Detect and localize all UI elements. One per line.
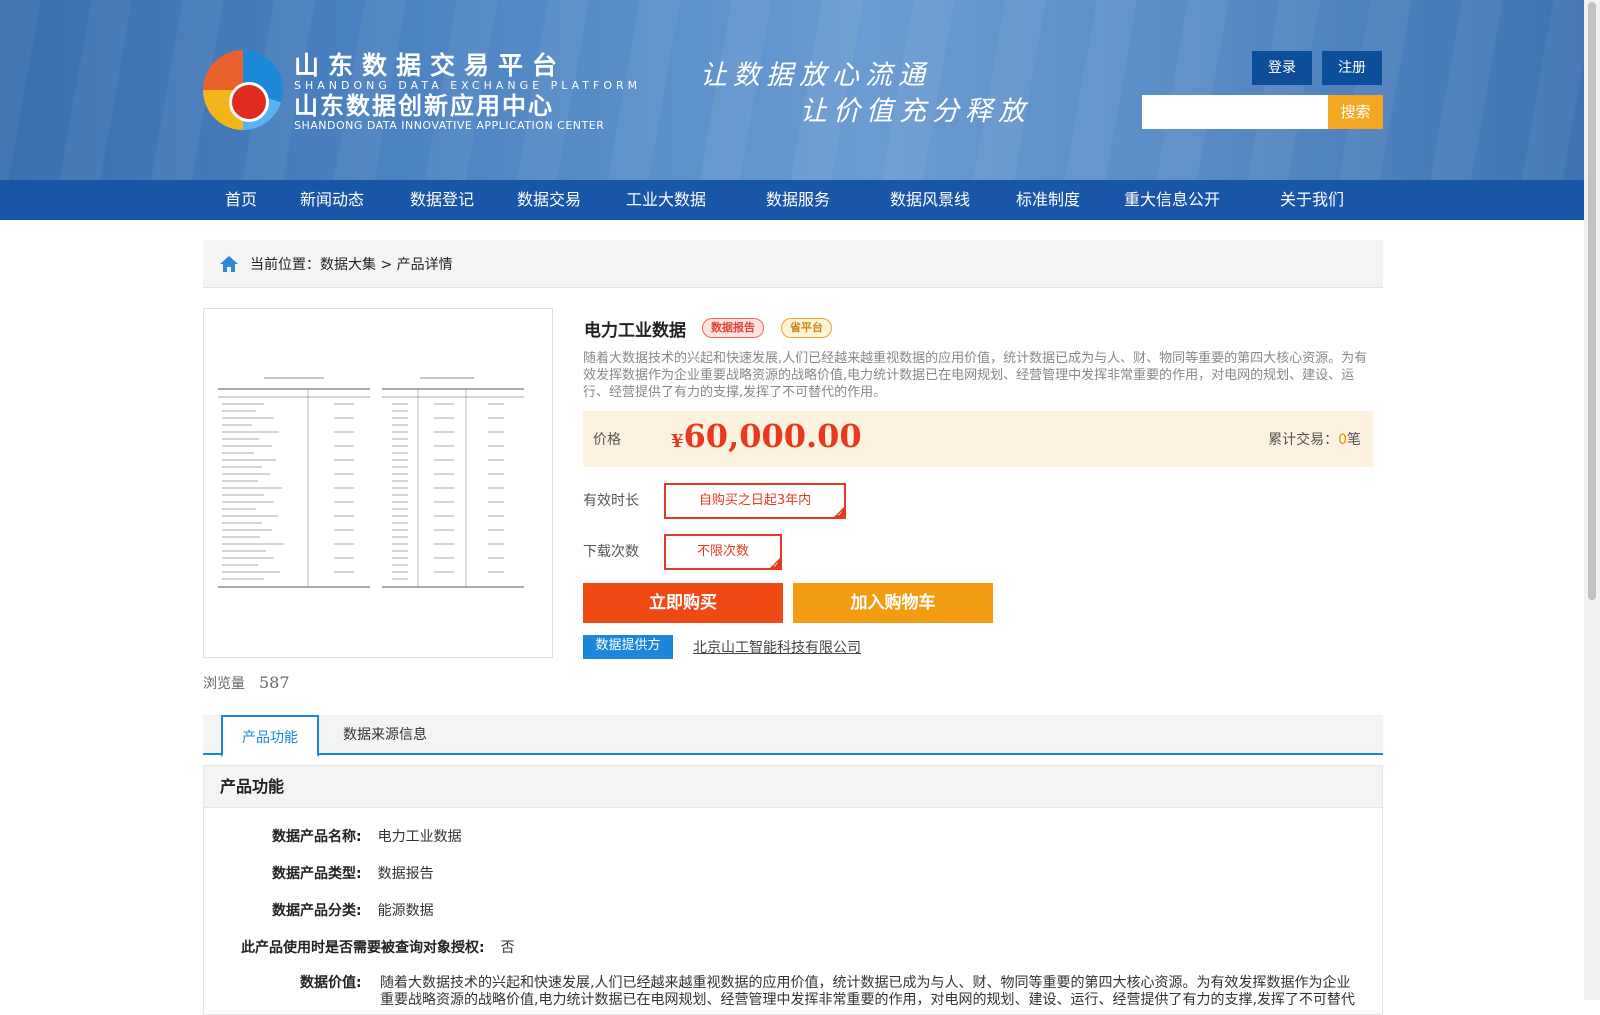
page-scrollbar[interactable] [1584, 0, 1600, 1000]
detail-row-name: 数据产品名称: 电力工业数据 [272, 826, 462, 846]
duration-option[interactable]: 自购买之日起3年内 ✓ [664, 483, 846, 519]
home-icon[interactable] [219, 254, 239, 274]
nav-item-disclosure[interactable]: 重大信息公开 [1124, 180, 1220, 220]
nav-item-industrial-data[interactable]: 工业大数据 [626, 180, 706, 220]
nav-item-registration[interactable]: 数据登记 [410, 180, 474, 220]
platform-badge: 省平台 [781, 318, 832, 338]
detail-row-category: 数据产品分类: 能源数据 [272, 900, 434, 920]
tab-product-features[interactable]: 产品功能 [221, 715, 319, 757]
product-title: 电力工业数据 [584, 321, 686, 341]
section-title: 产品功能 [204, 766, 1382, 808]
price-amount: 60,000.00 [683, 417, 862, 455]
detail-row-type: 数据产品类型: 数据报告 [272, 863, 434, 883]
selected-check-icon: ✓ [773, 561, 779, 569]
scrollbar-thumb[interactable] [1588, 2, 1596, 600]
nav-item-home[interactable]: 首页 [225, 180, 257, 220]
detail-authorization-value: 否 [500, 940, 515, 956]
detail-type-label: 数据产品类型: [272, 866, 362, 882]
deal-count-unit: 笔 [1347, 432, 1361, 448]
currency-symbol: ¥ [671, 431, 684, 452]
detail-category-value: 能源数据 [377, 903, 434, 919]
buy-now-button[interactable]: 立即购买 [583, 583, 783, 623]
nav-item-data-landscape[interactable]: 数据风景线 [890, 180, 970, 220]
nav-item-news[interactable]: 新闻动态 [300, 180, 364, 220]
platform-logo-text[interactable]: 山东数据交易平台 SHANDONG DATA EXCHANGE PLATFORM… [294, 52, 641, 132]
main-nav: 首页 新闻动态 数据登记 数据交易 工业大数据 数据服务 数据风景线 标准制度 … [0, 180, 1584, 220]
nav-item-data-services[interactable]: 数据服务 [766, 180, 830, 220]
download-limit-label: 下载次数 [583, 544, 639, 560]
site-header: 山东数据交易平台 SHANDONG DATA EXCHANGE PLATFORM… [0, 0, 1584, 180]
detail-name-label: 数据产品名称: [272, 829, 362, 845]
logo-cn-secondary: 山东数据创新应用中心 [294, 92, 554, 120]
detail-category-label: 数据产品分类: [272, 903, 362, 919]
detail-name-value: 电力工业数据 [377, 829, 462, 845]
detail-row-authorization: 此产品使用时是否需要被查询对象授权: 否 [241, 937, 515, 957]
detail-value-label: 数据价值: [300, 975, 362, 991]
view-count-value: 587 [259, 673, 290, 692]
product-thumbnail[interactable] [203, 308, 553, 658]
selected-check-icon: ✓ [837, 510, 843, 518]
detail-value-text: 随着大数据技术的兴起和快速发展,人们已经越来越重视数据的应用价值，统计数据已成为… [380, 975, 1355, 1008]
detail-type-value: 数据报告 [377, 866, 434, 882]
add-to-cart-button[interactable]: 加入购物车 [793, 583, 993, 623]
duration-option-text: 自购买之日起3年内 [698, 493, 812, 508]
search-button[interactable]: 搜索 [1328, 95, 1383, 129]
register-button[interactable]: 注册 [1322, 51, 1382, 85]
detail-tabs: 产品功能 数据来源信息 [203, 715, 1383, 757]
price-value: ¥60,000.00 [671, 417, 862, 455]
duration-label: 有效时长 [583, 493, 639, 509]
logo-en-secondary: SHANDONG DATA INNOVATIVE APPLICATION CEN… [294, 119, 605, 132]
logo-en-primary: SHANDONG DATA EXCHANGE PLATFORM [294, 79, 642, 92]
nav-item-standards[interactable]: 标准制度 [1016, 180, 1080, 220]
price-panel: 价格 ¥60,000.00 累计交易：0笔 [583, 411, 1373, 467]
product-description: 随着大数据技术的兴起和快速发展,人们已经越来越重视数据的应用价值，统计数据已成为… [583, 351, 1368, 400]
report-type-badge: 数据报告 [702, 318, 764, 338]
login-button[interactable]: 登录 [1252, 51, 1312, 85]
tab-data-source[interactable]: 数据来源信息 [337, 715, 433, 755]
deal-count: 累计交易：0笔 [1268, 429, 1361, 449]
price-label: 价格 [593, 432, 621, 448]
detail-authorization-label: 此产品使用时是否需要被查询对象授权: [241, 940, 485, 956]
slogan-line-2: 让价值充分释放 [800, 96, 1031, 127]
download-limit-option-text: 不限次数 [696, 544, 749, 559]
download-limit-option[interactable]: 不限次数 ✓ [664, 534, 782, 570]
deal-count-value: 0 [1338, 432, 1347, 448]
nav-item-trading[interactable]: 数据交易 [517, 180, 581, 220]
search-input[interactable] [1142, 95, 1328, 129]
report-preview-image [218, 377, 524, 589]
view-count-label: 浏览量 [203, 676, 245, 692]
slogan-line-1: 让数据放心流通 [700, 60, 931, 91]
view-count: 浏览量 587 [203, 673, 290, 693]
platform-logo-icon[interactable] [203, 50, 283, 130]
breadcrumb: 当前位置：数据大集 > 产品详情 [203, 240, 1383, 288]
provider-badge: 数据提供方 [583, 635, 673, 659]
breadcrumb-text: 当前位置：数据大集 > 产品详情 [250, 257, 453, 273]
logo-cn-primary: 山东数据交易平台 [294, 51, 567, 80]
deal-count-label: 累计交易： [1268, 432, 1339, 448]
nav-item-about[interactable]: 关于我们 [1280, 180, 1344, 220]
provider-link[interactable]: 北京山工智能科技有限公司 [693, 637, 861, 657]
